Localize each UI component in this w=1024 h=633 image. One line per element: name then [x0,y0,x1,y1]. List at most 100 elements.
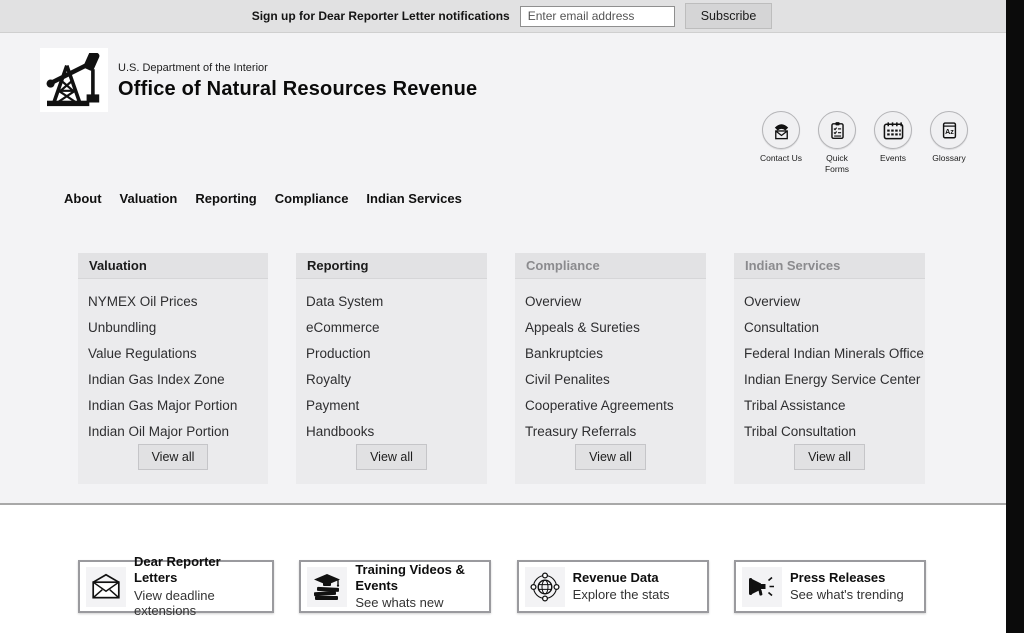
nav-item-valuation[interactable]: Valuation [120,191,178,206]
feature-card-training-videos-events[interactable]: Training Videos & Events See whats new [299,560,491,613]
quick-link-label: Glossary [932,153,966,164]
feature-subtitle: View deadline extensions [134,588,266,619]
nav-item-compliance[interactable]: Compliance [275,191,349,206]
calendar-icon [882,120,905,141]
view-all-button[interactable]: View all [138,444,209,470]
menu-link[interactable]: Tribal Assistance [744,392,919,418]
menu-card-compliance: Compliance Overview Appeals & Sureties B… [515,253,706,484]
menu-link[interactable]: Value Regulations [88,340,262,366]
menu-link[interactable]: Consultation [744,314,919,340]
graduation-books-icon [312,573,342,601]
nav-item-about[interactable]: About [64,191,102,206]
menu-link[interactable]: Unbundling [88,314,262,340]
menu-link[interactable]: Civil Penalites [525,366,700,392]
feature-card-press-releases[interactable]: Press Releases See what's trending [734,560,926,613]
menu-link[interactable]: Overview [744,288,919,314]
feature-text: Press Releases See what's trending [790,570,904,603]
view-all-button[interactable]: View all [794,444,865,470]
menu-title: Compliance [515,253,706,279]
forms-circle [818,111,856,149]
feature-title: Training Videos & Events [355,562,483,595]
menu-item-list: Overview Appeals & Sureties Bankruptcies… [515,279,706,444]
feature-text: Revenue Data Explore the stats [573,570,670,603]
menu-item-list: Overview Consultation Federal Indian Min… [734,279,925,444]
main-section: U.S. Department of the Interior Office o… [0,33,1024,505]
svg-text:Az: Az [945,128,954,136]
subscribe-button[interactable]: Subscribe [685,3,773,29]
menu-card-valuation: Valuation NYMEX Oil Prices Unbundling Va… [78,253,268,484]
menu-title: Reporting [296,253,487,279]
menu-link[interactable]: Cooperative Agreements [525,392,700,418]
feature-title: Dear Reporter Letters [134,554,266,587]
menu-link[interactable]: Payment [306,392,481,418]
brand-text: U.S. Department of the Interior Office o… [118,48,477,101]
feature-subtitle: Explore the stats [573,587,670,603]
menu-link[interactable]: Production [306,340,481,366]
menu-card-reporting: Reporting Data System eCommerce Producti… [296,253,487,484]
contact-circle [762,111,800,149]
menu-link[interactable]: Treasury Referrals [525,418,700,444]
department-name: U.S. Department of the Interior [118,62,477,74]
quick-link-glossary[interactable]: Az Glossary [926,111,972,175]
quick-links: Contact Us Quick Forms [758,111,972,175]
feature-title: Press Releases [790,570,904,586]
menu-item-list: Data System eCommerce Production Royalty… [296,279,487,444]
feature-subtitle: See what's trending [790,587,904,603]
view-all-button[interactable]: View all [575,444,646,470]
menu-link[interactable]: Overview [525,288,700,314]
menu-card-indian-services: Indian Services Overview Consultation Fe… [734,253,925,484]
menu-link[interactable]: NYMEX Oil Prices [88,288,262,314]
menu-link[interactable]: Indian Gas Index Zone [88,366,262,392]
menu-link[interactable]: Indian Energy Service Center [744,366,919,392]
menu-cards: Valuation NYMEX Oil Prices Unbundling Va… [78,253,925,484]
feature-card-dear-reporter-letters[interactable]: Dear Reporter Letters View deadline exte… [78,560,274,613]
feature-text: Dear Reporter Letters View deadline exte… [134,554,266,619]
megaphone-icon [747,575,777,599]
menu-link[interactable]: Appeals & Sureties [525,314,700,340]
nav-item-reporting[interactable]: Reporting [195,191,256,206]
feature-title: Revenue Data [573,570,670,586]
menu-link[interactable]: Indian Gas Major Portion [88,392,262,418]
feature-icon-box [742,567,782,607]
quick-link-label: Events [880,153,906,164]
site-title: Office of Natural Resources Revenue [118,78,477,101]
phone-envelope-icon [771,120,792,141]
quick-link-contact-us[interactable]: Contact Us [758,111,804,175]
nav-item-indian-services[interactable]: Indian Services [366,191,461,206]
globe-network-icon [530,572,560,602]
feature-text: Training Videos & Events See whats new [355,562,483,611]
menu-link[interactable]: eCommerce [306,314,481,340]
menu-link[interactable]: Federal Indian Minerals Office [744,340,919,366]
site-header: U.S. Department of the Interior Office o… [0,33,1024,112]
email-input[interactable] [520,6,675,27]
agency-logo [40,48,108,112]
clipboard-checklist-icon [827,120,848,141]
feature-icon-box [525,567,565,607]
quick-link-quick-forms[interactable]: Quick Forms [814,111,860,175]
feature-card-revenue-data[interactable]: Revenue Data Explore the stats [517,560,709,613]
menu-link[interactable]: Handbooks [306,418,481,444]
signup-text: Sign up for Dear Reporter Letter notific… [252,9,510,23]
glossary-book-icon: Az [939,120,960,141]
quick-link-label: Quick Forms [814,153,860,175]
events-circle [874,111,912,149]
menu-link[interactable]: Royalty [306,366,481,392]
signup-bar: Sign up for Dear Reporter Letter notific… [0,0,1024,33]
menu-link[interactable]: Tribal Consultation [744,418,919,444]
menu-link[interactable]: Indian Oil Major Portion [88,418,262,444]
window-edge-strip [1006,0,1024,633]
feature-icon-box [307,567,347,607]
menu-link[interactable]: Data System [306,288,481,314]
view-all-button[interactable]: View all [356,444,427,470]
primary-nav: About Valuation Reporting Compliance Ind… [64,191,462,206]
open-envelope-icon [90,573,122,601]
pumpjack-logo-icon [45,53,103,107]
quick-link-events[interactable]: Events [870,111,916,175]
feature-cards: Dear Reporter Letters View deadline exte… [78,560,926,613]
glossary-circle: Az [930,111,968,149]
menu-link[interactable]: Bankruptcies [525,340,700,366]
quick-link-label: Contact Us [760,153,802,164]
menu-title: Valuation [78,253,268,279]
feature-icon-box [86,567,126,607]
menu-title: Indian Services [734,253,925,279]
